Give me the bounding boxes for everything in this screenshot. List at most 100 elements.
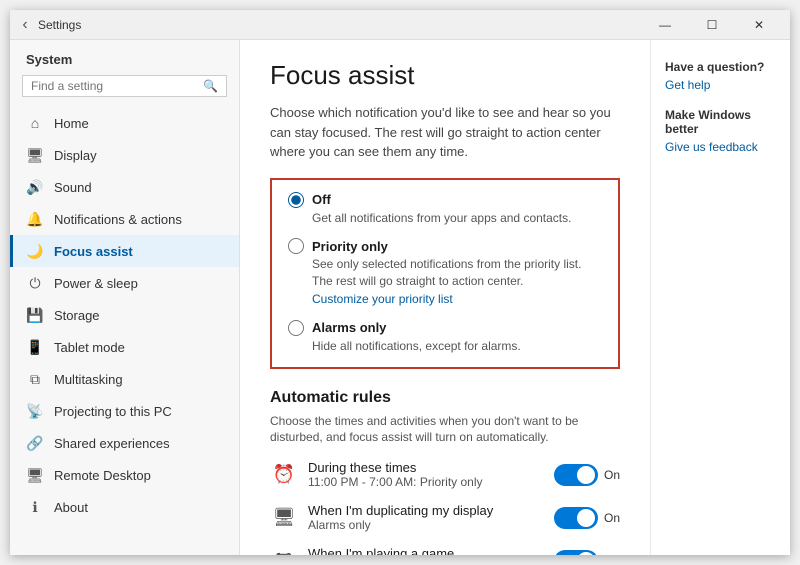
rule-sub-times: 11:00 PM - 7:00 AM: Priority only [308, 475, 483, 489]
rule-text-game: When I'm playing a game Alarms only [308, 546, 454, 555]
radio-option-off: Off Get all notifications from your apps… [288, 192, 602, 227]
rule-name-display: When I'm duplicating my display [308, 503, 493, 518]
radio-label-alarms[interactable]: Alarms only [288, 320, 602, 336]
sidebar-title: System [26, 52, 72, 67]
rules-list: ⏰ During these times 11:00 PM - 7:00 AM:… [270, 460, 620, 555]
rule-row-display: 🖥 When I'm duplicating my display Alarms… [270, 503, 620, 532]
rule-icon-game: 🎮 [270, 547, 298, 555]
radio-title-alarms: Alarms only [312, 320, 386, 335]
radio-priority[interactable] [288, 238, 304, 254]
rule-text-display: When I'm duplicating my display Alarms o… [308, 503, 493, 532]
radio-label-off[interactable]: Off [288, 192, 602, 208]
sidebar-item-storage[interactable]: 💾 Storage [10, 299, 239, 331]
radio-desc-alarms: Hide all notifications, except for alarm… [312, 338, 602, 355]
nav-icon-sound: 🔊 [26, 178, 44, 196]
sidebar-item-multitasking[interactable]: ⧉ Multitasking [10, 363, 239, 395]
nav-label-tablet: Tablet mode [54, 340, 125, 355]
nav-icon-storage: 💾 [26, 306, 44, 324]
radio-option-alarms: Alarms only Hide all notifications, exce… [288, 320, 602, 355]
customize-priority-link[interactable]: Customize your priority list [312, 292, 453, 306]
rule-toggle-label-game: On [604, 554, 620, 555]
rule-name-game: When I'm playing a game [308, 546, 454, 555]
rule-toggle-game[interactable] [554, 550, 598, 555]
nav-icon-multitasking: ⧉ [26, 370, 44, 388]
rule-left-game: 🎮 When I'm playing a game Alarms only [270, 546, 454, 555]
sidebar-item-about[interactable]: ℹ About [10, 491, 239, 523]
nav-icon-notifications: 🔔 [26, 210, 44, 228]
sidebar-header: System [10, 40, 239, 75]
sidebar-item-power[interactable]: ⏻ Power & sleep [10, 267, 239, 299]
content-area: System 🔍 ⌂ Home 🖥 Display 🔊 Sound 🔔 Noti… [10, 40, 790, 555]
rule-toggle-label-display: On [604, 511, 620, 525]
titlebar-left: ‹ Settings [18, 18, 81, 32]
nav-label-storage: Storage [54, 308, 100, 323]
nav-label-notifications: Notifications & actions [54, 212, 182, 227]
auto-rules-desc: Choose the times and activities when you… [270, 413, 620, 447]
search-input[interactable] [31, 79, 197, 93]
feedback-title: Make Windows better [665, 108, 776, 136]
rule-left-display: 🖥 When I'm duplicating my display Alarms… [270, 503, 493, 532]
nav-icon-display: 🖥 [26, 146, 44, 164]
nav-icon-power: ⏻ [26, 274, 44, 292]
nav-icon-focus-assist: 🌙 [26, 242, 44, 260]
maximize-button[interactable]: ☐ [689, 10, 735, 40]
sidebar-item-display[interactable]: 🖥 Display [10, 139, 239, 171]
rule-toggle-times[interactable] [554, 464, 598, 486]
rule-text-times: During these times 11:00 PM - 7:00 AM: P… [308, 460, 483, 489]
back-button[interactable]: ‹ [18, 18, 32, 32]
settings-window: ‹ Settings — ☐ ✕ System 🔍 ⌂ Home 🖥 Displ… [10, 10, 790, 555]
automatic-rules-section: Automatic rules Choose the times and act… [270, 389, 620, 555]
nav-label-home: Home [54, 116, 89, 131]
search-icon: 🔍 [203, 79, 218, 93]
sidebar-item-projecting[interactable]: 📡 Projecting to this PC [10, 395, 239, 427]
nav-label-about: About [54, 500, 88, 515]
page-title: Focus assist [270, 60, 620, 91]
sidebar-item-focus-assist[interactable]: 🌙 Focus assist [10, 235, 239, 267]
nav-label-display: Display [54, 148, 97, 163]
nav-label-sound: Sound [54, 180, 92, 195]
rule-toggle-display[interactable] [554, 507, 598, 529]
rule-name-times: During these times [308, 460, 483, 475]
nav-label-focus-assist: Focus assist [54, 244, 133, 259]
intro-text: Choose which notification you'd like to … [270, 103, 620, 162]
radio-title-priority: Priority only [312, 239, 388, 254]
search-box[interactable]: 🔍 [22, 75, 227, 97]
help-title: Have a question? [665, 60, 776, 74]
radio-desc-off: Get all notifications from your apps and… [312, 210, 602, 227]
nav-label-shared: Shared experiences [54, 436, 170, 451]
sidebar-item-shared[interactable]: 🔗 Shared experiences [10, 427, 239, 459]
window-controls: — ☐ ✕ [642, 10, 782, 40]
close-button[interactable]: ✕ [736, 10, 782, 40]
nav-icon-home: ⌂ [26, 114, 44, 132]
nav-icon-remote: 🖥 [26, 466, 44, 484]
nav-label-projecting: Projecting to this PC [54, 404, 172, 419]
radio-option-priority: Priority only See only selected notifica… [288, 238, 602, 308]
window-title: Settings [38, 18, 81, 32]
radio-title-off: Off [312, 192, 331, 207]
nav-icon-tablet: 📱 [26, 338, 44, 356]
nav-list: ⌂ Home 🖥 Display 🔊 Sound 🔔 Notifications… [10, 107, 239, 523]
radio-alarms[interactable] [288, 320, 304, 336]
sidebar-item-sound[interactable]: 🔊 Sound [10, 171, 239, 203]
minimize-button[interactable]: — [642, 10, 688, 40]
give-feedback-link[interactable]: Give us feedback [665, 140, 776, 154]
sidebar-item-home[interactable]: ⌂ Home [10, 107, 239, 139]
sidebar: System 🔍 ⌂ Home 🖥 Display 🔊 Sound 🔔 Noti… [10, 40, 240, 555]
focus-mode-options: Off Get all notifications from your apps… [270, 178, 620, 369]
nav-icon-shared: 🔗 [26, 434, 44, 452]
radio-label-priority[interactable]: Priority only [288, 238, 602, 254]
sidebar-item-tablet[interactable]: 📱 Tablet mode [10, 331, 239, 363]
rule-icon-times: ⏰ [270, 461, 298, 489]
get-help-link[interactable]: Get help [665, 78, 776, 92]
rule-right-display: On [554, 507, 620, 529]
rule-icon-display: 🖥 [270, 504, 298, 532]
rule-toggle-label-times: On [604, 468, 620, 482]
rule-right-game: On [554, 550, 620, 555]
nav-label-power: Power & sleep [54, 276, 138, 291]
main-panel: Focus assist Choose which notification y… [240, 40, 650, 555]
radio-desc-priority: See only selected notifications from the… [312, 256, 602, 290]
help-section: Have a question? Get help [665, 60, 776, 92]
radio-off[interactable] [288, 192, 304, 208]
sidebar-item-notifications[interactable]: 🔔 Notifications & actions [10, 203, 239, 235]
sidebar-item-remote[interactable]: 🖥 Remote Desktop [10, 459, 239, 491]
